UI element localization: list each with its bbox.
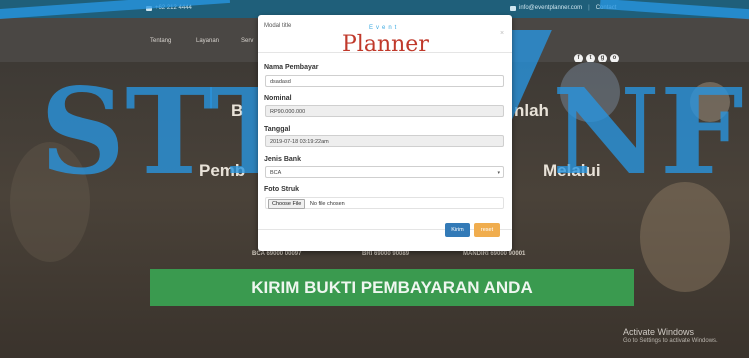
mail-icon	[510, 5, 516, 11]
tanggal-label: Tanggal	[264, 126, 291, 133]
activate-windows-notice: Activate Windows Go to Settings to activ…	[623, 327, 718, 344]
bank-select-value: BCA	[270, 170, 282, 176]
background-decoration	[640, 182, 730, 292]
nav-item-tentang[interactable]: Tentang	[150, 38, 171, 44]
separator: |	[588, 5, 590, 11]
tanggal-input[interactable]: 2019-07-18 03:19:22am	[265, 135, 504, 147]
nominal-input[interactable]: RP90.000.000	[265, 105, 504, 117]
nama-label: Nama Pembayar	[264, 64, 319, 71]
send-proof-button[interactable]: KIRIM BUKTI PEMBAYARAN ANDA	[150, 269, 634, 306]
activate-subtitle: Go to Settings to activate Windows.	[623, 338, 718, 344]
bank-account-bca: BCA 69000 00097	[252, 251, 302, 257]
contact-link[interactable]: Contact	[596, 5, 617, 11]
balloon-decoration	[690, 82, 730, 122]
file-status: No file chosen	[309, 201, 345, 207]
choose-file-button[interactable]: Choose File	[268, 199, 306, 209]
nav-item-services[interactable]: Serv	[241, 38, 253, 44]
background-decoration	[10, 142, 90, 262]
activate-title: Activate Windows	[623, 327, 695, 337]
close-icon[interactable]: ×	[500, 30, 504, 37]
email-contact[interactable]: info@eventplanner.com | Contact	[510, 5, 616, 11]
bank-account-mandiri: MANDIRI 69000 90001	[463, 251, 526, 257]
chevron-down-icon: ▾	[497, 170, 500, 176]
reset-button[interactable]: reset	[474, 223, 500, 237]
bank-account-bri: BRI 69000 90089	[362, 251, 410, 257]
modal-header: Modal title Event Planner ×	[258, 15, 512, 57]
hero-subheading-fragment: Pemb	[199, 161, 246, 180]
nominal-label: Nominal	[264, 95, 292, 102]
phone-contact[interactable]: +62 212 4444	[146, 5, 192, 11]
file-input[interactable]: Choose File No file chosen	[265, 197, 504, 209]
hero-subheading-fragment: Melalui	[543, 161, 601, 180]
nama-input[interactable]: dsadasd	[265, 75, 504, 87]
foto-label: Foto Struk	[264, 186, 299, 193]
email-address[interactable]: info@eventplanner.com	[519, 5, 582, 11]
hero-heading-fragment: nlah	[514, 101, 549, 120]
modal-title: Modal title	[264, 23, 292, 29]
logo-event-text: Event	[369, 25, 400, 31]
nav-item-layanan[interactable]: Layanan	[196, 38, 219, 44]
submit-button[interactable]: Kirim	[445, 223, 470, 237]
phone-icon	[146, 5, 152, 11]
hero-heading-fragment: B	[231, 101, 244, 120]
payment-modal: Modal title Event Planner × Nama Pembaya…	[258, 15, 512, 251]
balloon-decoration	[560, 62, 620, 122]
bank-label: Jenis Bank	[264, 156, 301, 163]
bank-select[interactable]: BCA ▾	[265, 166, 504, 178]
logo-planner-text: Planner	[342, 32, 429, 57]
phone-number: +62 212 4444	[155, 5, 192, 11]
